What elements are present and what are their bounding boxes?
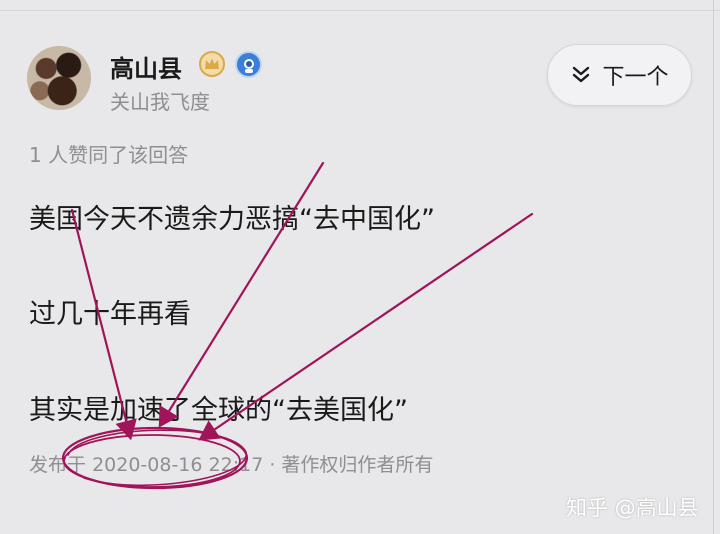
answer-paragraph: 美国今天不遗余力恶搞“去中国化” — [29, 204, 435, 235]
double-chevron-down-icon — [573, 66, 590, 83]
upvote-count[interactable]: 1 人赞同了该回答 — [29, 139, 188, 168]
publish-datetime: 2020-08-16 22:17 — [92, 454, 264, 476]
top-divider — [0, 10, 720, 11]
avatar[interactable] — [27, 46, 91, 110]
right-divider — [713, 0, 714, 534]
next-answer-button[interactable]: 下一个 — [547, 44, 692, 106]
answer-paragraph: 其实是加速了全球的“去美国化” — [29, 395, 408, 426]
publish-meta: 发布于 2020-08-16 22:17 · 著作权归作者所有 — [29, 450, 433, 477]
publish-prefix: 发布于 — [29, 454, 87, 476]
author-bio: 关山我飞度 — [110, 90, 210, 114]
crown-badge-icon — [199, 51, 225, 77]
meta-separator: · — [269, 454, 276, 476]
author-name[interactable]: 高山县 — [110, 49, 182, 84]
copyright-notice: 著作权归作者所有 — [281, 454, 434, 476]
zhihu-watermark: 知乎 @高山县 — [566, 496, 699, 520]
answer-paragraph: 过几十年再看 — [29, 299, 191, 330]
astronaut-badge-icon — [235, 51, 262, 78]
next-answer-label: 下一个 — [602, 65, 669, 90]
